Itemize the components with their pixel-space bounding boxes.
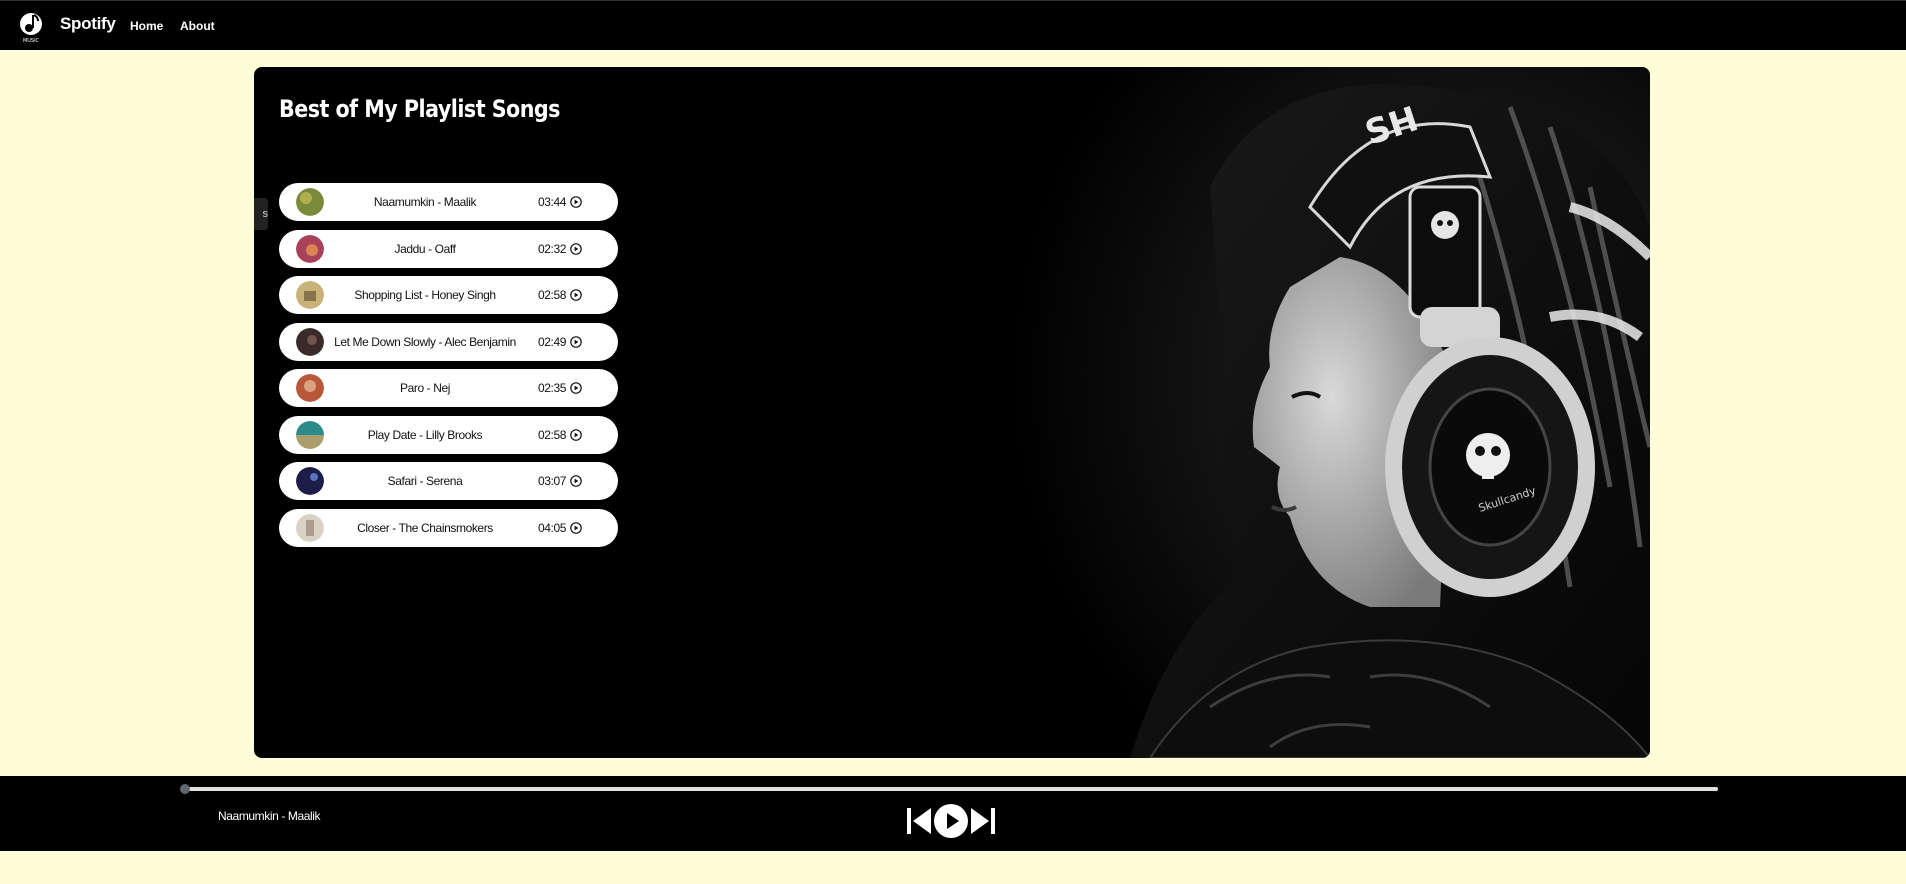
- playlist-panel: SH Skullcandy Best of My Playlist Songs …: [254, 67, 1650, 758]
- song-cover-image: [296, 467, 324, 495]
- play-circle-icon[interactable]: [570, 335, 582, 348]
- play-circle-icon[interactable]: [570, 521, 582, 534]
- song-duration: 02:58: [538, 288, 567, 302]
- song-item[interactable]: Jaddu - Oaff 02:32: [279, 229, 618, 268]
- play-circle-icon[interactable]: [570, 475, 582, 487]
- music-logo-icon[interactable]: MUSIC: [18, 9, 44, 43]
- song-duration: 02:58: [538, 427, 567, 442]
- song-item[interactable]: Naamumkin - Maalik 03:44: [279, 183, 618, 221]
- song-cover-image: [296, 327, 324, 356]
- song-cover-image: [296, 513, 324, 542]
- previous-track-icon[interactable]: [906, 807, 932, 835]
- headphones-portrait-image: SH Skullcandy: [1010, 67, 1650, 758]
- progress-slider[interactable]: [180, 784, 1718, 794]
- next-track-icon[interactable]: [970, 807, 996, 835]
- song-duration: 02:49: [538, 334, 567, 349]
- song-title: Let Me Down Slowly - Alec Benjamin: [334, 334, 516, 349]
- song-duration: 02:32: [538, 241, 567, 256]
- song-title: Paro - Nej: [399, 381, 451, 395]
- bottom-player-bar: Naamumkin - Maalik: [0, 776, 1906, 851]
- svg-text:MUSIC: MUSIC: [23, 38, 40, 43]
- play-circle-icon[interactable]: [570, 428, 582, 441]
- song-duration: 04:05: [538, 520, 567, 535]
- brand-name[interactable]: Spotify: [60, 14, 116, 34]
- song-duration: 03:07: [538, 474, 567, 488]
- song-title: Play Date - Lilly Brooks: [367, 427, 483, 442]
- song-list: Naamumkin - Maalik 03:44 Jaddu - Oaff 02…: [279, 183, 618, 555]
- playlist-title: Best of My Playlist Songs: [279, 95, 560, 123]
- play-circle-icon[interactable]: [570, 196, 582, 208]
- now-playing-title: Naamumkin - Maalik: [218, 809, 321, 823]
- song-title: Shopping List - Honey Singh: [354, 288, 496, 302]
- play-button-icon[interactable]: [933, 803, 969, 839]
- song-cover-image: [296, 374, 324, 402]
- song-cover-image: [296, 188, 324, 216]
- song-item[interactable]: Paro - Nej 02:35: [279, 369, 618, 407]
- playback-controls: [906, 803, 996, 839]
- song-item[interactable]: Shopping List - Honey Singh 02:58: [279, 276, 618, 314]
- song-item[interactable]: Let Me Down Slowly - Alec Benjamin 02:49: [279, 322, 618, 361]
- song-cover-image: [296, 420, 324, 449]
- song-title: Closer - The Chainsmokers: [357, 520, 493, 535]
- song-cover-image: [296, 281, 324, 309]
- top-navbar: MUSIC Spotify Home About: [0, 0, 1906, 50]
- song-item[interactable]: Safari - Serena 03:07: [279, 462, 618, 500]
- nav-link-about[interactable]: About: [180, 19, 215, 33]
- song-duration: 03:44: [538, 195, 567, 209]
- song-title: Safari - Serena: [387, 474, 463, 488]
- play-circle-icon[interactable]: [570, 382, 582, 394]
- song-title: Naamumkin - Maalik: [373, 195, 477, 209]
- song-title: Jaddu - Oaff: [394, 241, 456, 256]
- song-cover-image: [296, 234, 324, 263]
- song-item[interactable]: Play Date - Lilly Brooks 02:58: [279, 415, 618, 454]
- song-duration: 02:35: [538, 381, 567, 395]
- play-circle-icon[interactable]: [570, 242, 582, 255]
- progress-thumb[interactable]: [180, 784, 190, 794]
- play-circle-icon[interactable]: [570, 289, 582, 301]
- nav-link-home[interactable]: Home: [130, 19, 163, 33]
- collapsed-side-tab[interactable]: s: [254, 198, 268, 230]
- song-item[interactable]: Closer - The Chainsmokers 04:05: [279, 508, 618, 547]
